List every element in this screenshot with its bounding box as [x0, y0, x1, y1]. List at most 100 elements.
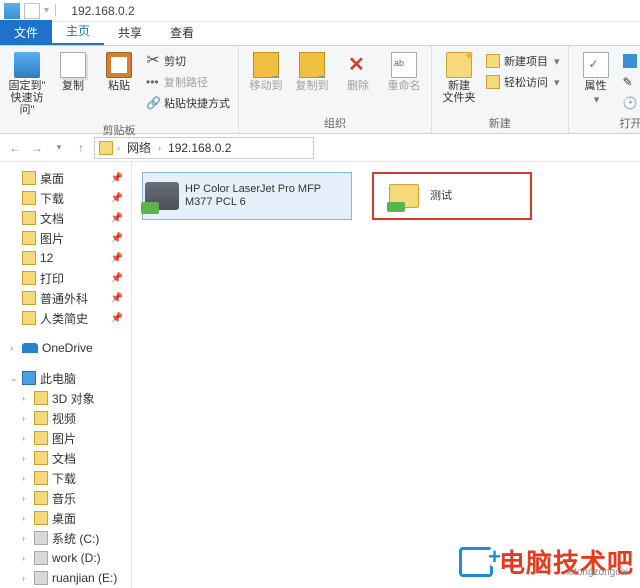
tree-item[interactable]: ›3D 对象: [2, 388, 129, 408]
group-organize: 移动到 复制到 删除 重命名 组织: [239, 46, 432, 133]
chevron-right-icon: ›: [22, 493, 30, 503]
cut-button[interactable]: ✂剪切: [144, 52, 232, 70]
pin-icon: 📌: [111, 313, 123, 324]
copyto-icon: [299, 52, 325, 78]
group-open: 属性▾ 打开▾ ✎编辑 🕑历史记录 打开: [569, 46, 640, 133]
qat-dropdown-icon[interactable]: ▾: [44, 5, 49, 16]
open-button[interactable]: 打开▾: [621, 52, 640, 70]
edit-button[interactable]: ✎编辑: [621, 73, 640, 91]
tree-item[interactable]: ›视频: [2, 408, 129, 428]
pin-quickaccess-button[interactable]: 固定到" 快速访问": [6, 48, 48, 120]
edit-icon: ✎: [623, 75, 637, 89]
item-shared-folder[interactable]: 测试: [372, 172, 532, 220]
paste-shortcut-button[interactable]: 🔗粘贴快捷方式: [144, 94, 232, 112]
item-label: HP Color LaserJet Pro MFP M377 PCL 6: [185, 183, 349, 209]
tree-onedrive[interactable]: ›OneDrive: [2, 338, 129, 358]
folder-icon: [22, 191, 36, 205]
tree-item[interactable]: 12📌: [2, 248, 129, 268]
folder-icon: [34, 391, 48, 405]
watermark-sub: xitongzongcai: [567, 567, 628, 578]
tree-item[interactable]: ›音乐: [2, 488, 129, 508]
rename-icon: [391, 52, 417, 78]
crumb-network[interactable]: 网络: [124, 139, 154, 156]
crumb-address[interactable]: 192.168.0.2: [165, 141, 234, 155]
tree-drive[interactable]: ›系统 (C:): [2, 528, 129, 548]
folder-icon: [34, 471, 48, 485]
chevron-down-icon: ⌄: [10, 373, 18, 384]
ribbon-tabs: 文件 主页 共享 查看: [0, 22, 640, 46]
paste-icon: [106, 52, 132, 78]
item-label: 测试: [430, 190, 452, 203]
up-button[interactable]: ↑: [72, 139, 90, 157]
copy-path-button[interactable]: •••复制路径: [144, 73, 232, 91]
pin-icon: 📌: [111, 253, 123, 264]
chevron-right-icon: ›: [22, 573, 30, 583]
tree-item[interactable]: ›桌面: [2, 508, 129, 528]
pin-icon: 📌: [111, 173, 123, 184]
pin-icon: 📌: [111, 273, 123, 284]
chevron-right-icon: ›: [22, 513, 30, 523]
printer-icon: [145, 176, 179, 216]
tree-item[interactable]: 图片📌: [2, 228, 129, 248]
copy-to-button[interactable]: 复制到: [291, 48, 333, 96]
tree-item[interactable]: 普通外科📌: [2, 288, 129, 308]
tab-file[interactable]: 文件: [0, 20, 52, 45]
rename-button[interactable]: 重命名: [383, 48, 425, 96]
properties-button[interactable]: 属性▾: [575, 48, 617, 110]
paste-button[interactable]: 粘贴: [98, 48, 140, 96]
pc-icon: [22, 371, 36, 385]
chevron-right-icon: ›: [22, 413, 30, 423]
recent-button[interactable]: ▾: [50, 139, 68, 157]
separator: │: [53, 5, 59, 16]
new-item-icon: [486, 54, 500, 68]
chevron-right-icon: ›: [10, 343, 18, 353]
tab-view[interactable]: 查看: [156, 20, 208, 45]
item-printer[interactable]: HP Color LaserJet Pro MFP M377 PCL 6: [142, 172, 352, 220]
drive-icon: [34, 551, 48, 565]
tab-home[interactable]: 主页: [52, 18, 104, 45]
tree-drive[interactable]: ›work (D:): [2, 548, 129, 568]
back-button[interactable]: ←: [6, 139, 24, 157]
folder-icon: [22, 291, 36, 305]
chevron-right-icon: ›: [22, 393, 30, 403]
new-item-button[interactable]: 新建项目▾: [484, 52, 562, 70]
chevron-down-icon: ▾: [554, 55, 560, 68]
delete-icon: [345, 52, 371, 78]
path-icon: •••: [146, 75, 160, 89]
window-title: 192.168.0.2: [71, 4, 134, 18]
quick-access-toolbar: ▾ │: [0, 3, 63, 19]
chevron-right-icon: ›: [22, 433, 30, 443]
tree-this-pc[interactable]: ⌄此电脑: [2, 368, 129, 388]
properties-icon: [583, 52, 609, 78]
easy-access-button[interactable]: 轻松访问▾: [484, 73, 562, 91]
items-pane[interactable]: HP Color LaserJet Pro MFP M377 PCL 6 测试: [132, 162, 640, 588]
tab-share[interactable]: 共享: [104, 20, 156, 45]
forward-button[interactable]: →: [28, 139, 46, 157]
tree-item[interactable]: ›图片: [2, 428, 129, 448]
folder-icon: [22, 271, 36, 285]
folder-icon[interactable]: [4, 3, 20, 19]
tree-item[interactable]: 打印📌: [2, 268, 129, 288]
history-button[interactable]: 🕑历史记录: [621, 94, 640, 112]
tree-item[interactable]: 文档📌: [2, 208, 129, 228]
breadcrumb[interactable]: › 网络 › 192.168.0.2: [94, 137, 314, 159]
drive-icon: [34, 571, 48, 585]
pin-icon: 📌: [111, 233, 123, 244]
tree-item[interactable]: 下载📌: [2, 188, 129, 208]
group-clipboard: 固定到" 快速访问" 复制 粘贴 ✂剪切 •••复制路径 🔗粘贴快捷方式 剪贴板: [0, 46, 239, 133]
tree-item[interactable]: 桌面📌: [2, 168, 129, 188]
copy-button[interactable]: 复制: [52, 48, 94, 96]
navigation-tree[interactable]: 桌面📌下载📌文档📌图片📌12📌打印📌普通外科📌人类简史📌 ›OneDrive ⌄…: [0, 162, 132, 588]
new-folder-button[interactable]: 新建 文件夹: [438, 48, 480, 108]
easy-access-icon: [486, 75, 500, 89]
file-icon[interactable]: [24, 3, 40, 19]
tree-item[interactable]: ›文档: [2, 448, 129, 468]
group-new: 新建 文件夹 新建项目▾ 轻松访问▾ 新建: [432, 46, 569, 133]
folder-icon: [22, 251, 36, 265]
tree-drive[interactable]: ›ruanjian (E:): [2, 568, 129, 588]
chevron-down-icon: ▾: [594, 94, 600, 106]
move-to-button[interactable]: 移动到: [245, 48, 287, 96]
tree-item[interactable]: ›下载: [2, 468, 129, 488]
tree-item[interactable]: 人类简史📌: [2, 308, 129, 328]
delete-button[interactable]: 删除: [337, 48, 379, 96]
